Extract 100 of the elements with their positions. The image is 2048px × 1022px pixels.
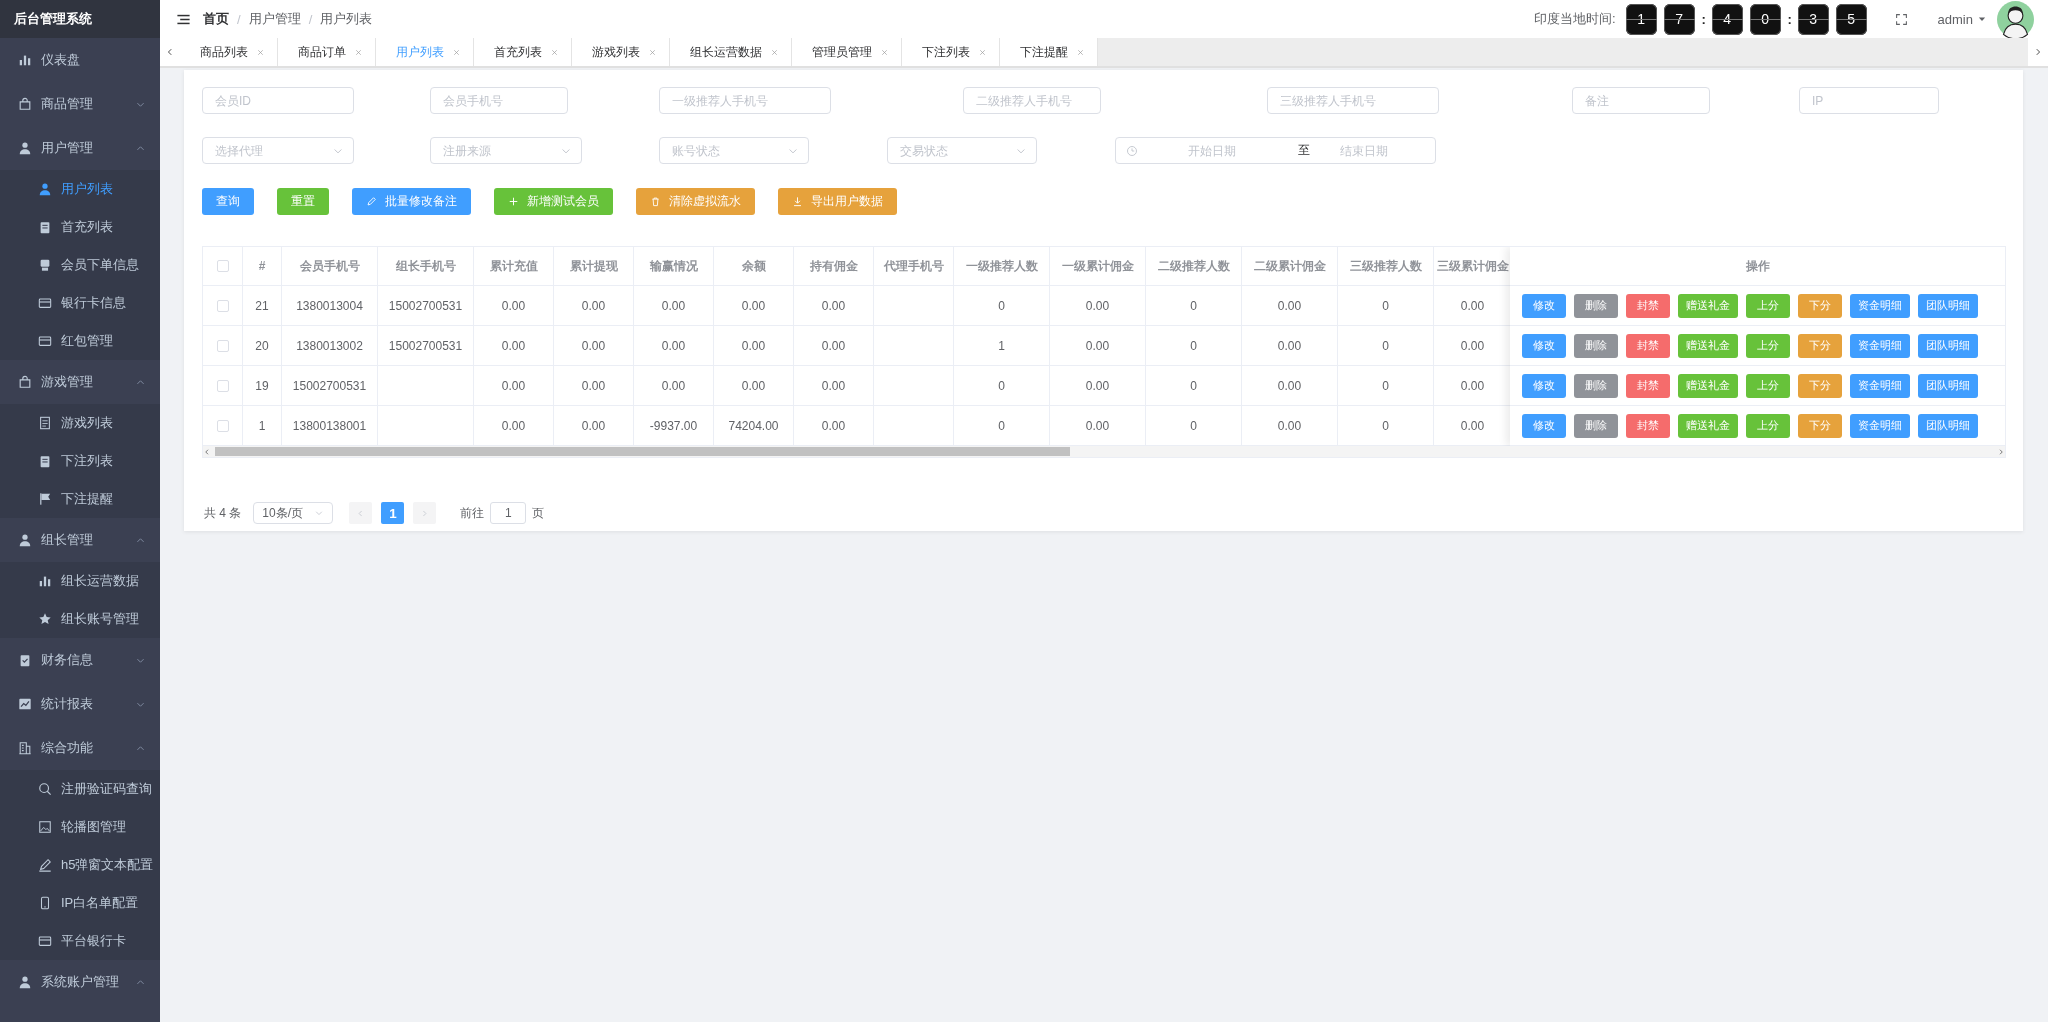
submenu-item[interactable]: IP白名单配置: [0, 884, 160, 922]
action-button[interactable]: 封禁: [1626, 333, 1670, 358]
action-button[interactable]: 团队明细: [1918, 373, 1978, 398]
user-menu[interactable]: admin: [1937, 11, 1987, 27]
action-button[interactable]: 资金明细: [1850, 373, 1910, 398]
page-size-select[interactable]: 10条/页: [253, 502, 334, 524]
menu-item[interactable]: 商品管理: [0, 82, 160, 126]
page-input[interactable]: 1: [490, 502, 527, 524]
menu-item[interactable]: 综合功能: [0, 726, 160, 770]
menu-item[interactable]: 游戏管理: [0, 360, 160, 404]
previous-page-button[interactable]: [349, 502, 373, 524]
end-date-input[interactable]: 结束日期: [1340, 143, 1420, 158]
text-field[interactable]: 备注: [1572, 87, 1710, 114]
action-button[interactable]: 上分: [1746, 333, 1790, 358]
submenu-item[interactable]: 首充列表: [0, 208, 160, 246]
tab[interactable]: 组长运营数据: [670, 38, 792, 66]
tab[interactable]: 游戏列表: [572, 38, 670, 66]
action-button[interactable]: 修改: [1522, 293, 1566, 318]
menu-item[interactable]: 仪表盘: [0, 38, 160, 82]
start-date-input[interactable]: 开始日期: [1188, 143, 1268, 158]
toolbar-button[interactable]: 新增测试会员: [494, 188, 613, 215]
next-page-button[interactable]: [413, 502, 437, 524]
submenu-item[interactable]: 会员下单信息: [0, 246, 160, 284]
action-button[interactable]: 团队明细: [1918, 333, 1978, 358]
close-icon[interactable]: [978, 47, 987, 57]
toolbar-button[interactable]: 查询: [202, 188, 254, 215]
action-button[interactable]: 资金明细: [1850, 333, 1910, 358]
row-checkbox[interactable]: [216, 379, 229, 392]
text-field[interactable]: 三级推荐人手机号: [1267, 87, 1439, 114]
action-button[interactable]: 上分: [1746, 413, 1790, 438]
tab[interactable]: 下注提醒: [1000, 38, 1098, 66]
submenu-item[interactable]: 下注提醒: [0, 480, 160, 518]
tab[interactable]: 用户列表: [376, 38, 474, 66]
scrollbar-thumb[interactable]: [215, 447, 1070, 456]
action-button[interactable]: 下分: [1798, 373, 1842, 398]
submenu-item[interactable]: 组长运营数据: [0, 562, 160, 600]
tab[interactable]: 商品订单: [278, 38, 376, 66]
menu-item[interactable]: 系统账户管理: [0, 960, 160, 1004]
close-icon[interactable]: [1076, 47, 1085, 57]
submenu-item[interactable]: 组长账号管理: [0, 600, 160, 638]
action-button[interactable]: 修改: [1522, 373, 1566, 398]
menu-item[interactable]: 统计报表: [0, 682, 160, 726]
action-button[interactable]: 上分: [1746, 293, 1790, 318]
text-field[interactable]: 会员ID: [202, 87, 354, 114]
close-icon[interactable]: [452, 47, 461, 57]
submenu-item[interactable]: 注册验证码查询: [0, 770, 160, 808]
breadcrumb-link[interactable]: 用户列表: [320, 10, 373, 28]
action-button[interactable]: 修改: [1522, 333, 1566, 358]
action-button[interactable]: 封禁: [1626, 413, 1670, 438]
close-icon[interactable]: [648, 47, 657, 57]
toolbar-button[interactable]: 重置: [277, 188, 329, 215]
action-button[interactable]: 封禁: [1626, 373, 1670, 398]
tab[interactable]: 商品列表: [180, 38, 278, 66]
toolbar-button[interactable]: 导出用户数据: [778, 188, 897, 215]
submenu-item[interactable]: 下注列表: [0, 442, 160, 480]
action-button[interactable]: 资金明细: [1850, 293, 1910, 318]
select-field[interactable]: 账号状态: [659, 137, 809, 164]
submenu-item[interactable]: 红包管理: [0, 322, 160, 360]
action-button[interactable]: 封禁: [1626, 293, 1670, 318]
row-checkbox[interactable]: [216, 419, 229, 432]
row-checkbox[interactable]: [216, 299, 229, 312]
text-field[interactable]: 会员手机号: [430, 87, 568, 114]
close-icon[interactable]: [256, 47, 265, 57]
toolbar-button[interactable]: 清除虚拟流水: [636, 188, 755, 215]
submenu-item[interactable]: 银行卡信息: [0, 284, 160, 322]
submenu-item[interactable]: h5弹窗文本配置: [0, 846, 160, 884]
action-button[interactable]: 资金明细: [1850, 413, 1910, 438]
toolbar-button[interactable]: 批量修改备注: [352, 188, 471, 215]
breadcrumb-link[interactable]: 用户管理: [248, 10, 301, 28]
action-button[interactable]: 删除: [1574, 413, 1618, 438]
tab[interactable]: 首充列表: [474, 38, 572, 66]
action-button[interactable]: 下分: [1798, 333, 1842, 358]
page-number[interactable]: 1: [381, 502, 405, 524]
submenu-item[interactable]: 平台银行卡: [0, 922, 160, 960]
tab[interactable]: 下注列表: [902, 38, 1000, 66]
menu-item[interactable]: 用户管理: [0, 126, 160, 170]
menu-item[interactable]: 组长管理: [0, 518, 160, 562]
action-button[interactable]: 团队明细: [1918, 413, 1978, 438]
user-avatar[interactable]: [1997, 0, 2034, 38]
text-field[interactable]: IP: [1799, 87, 1939, 114]
submenu-item[interactable]: 用户列表: [0, 170, 160, 208]
submenu-item[interactable]: 游戏列表: [0, 404, 160, 442]
close-icon[interactable]: [550, 47, 559, 57]
action-button[interactable]: 团队明细: [1918, 293, 1978, 318]
action-button[interactable]: 下分: [1798, 413, 1842, 438]
action-button[interactable]: 赠送礼金: [1678, 373, 1738, 398]
action-button[interactable]: 删除: [1574, 373, 1618, 398]
menu-item[interactable]: 财务信息: [0, 638, 160, 682]
submenu-item[interactable]: 轮播图管理: [0, 808, 160, 846]
close-icon[interactable]: [880, 47, 889, 57]
select-field[interactable]: 交易状态: [887, 137, 1037, 164]
action-button[interactable]: 删除: [1574, 293, 1618, 318]
close-icon[interactable]: [354, 47, 363, 57]
action-button[interactable]: 下分: [1798, 293, 1842, 318]
scroll-right-button[interactable]: [2028, 38, 2048, 66]
breadcrumb-link[interactable]: 首页: [203, 10, 229, 28]
select-field[interactable]: 选择代理: [202, 137, 354, 164]
row-checkbox[interactable]: [216, 260, 229, 272]
action-button[interactable]: 赠送礼金: [1678, 333, 1738, 358]
action-button[interactable]: 赠送礼金: [1678, 413, 1738, 438]
